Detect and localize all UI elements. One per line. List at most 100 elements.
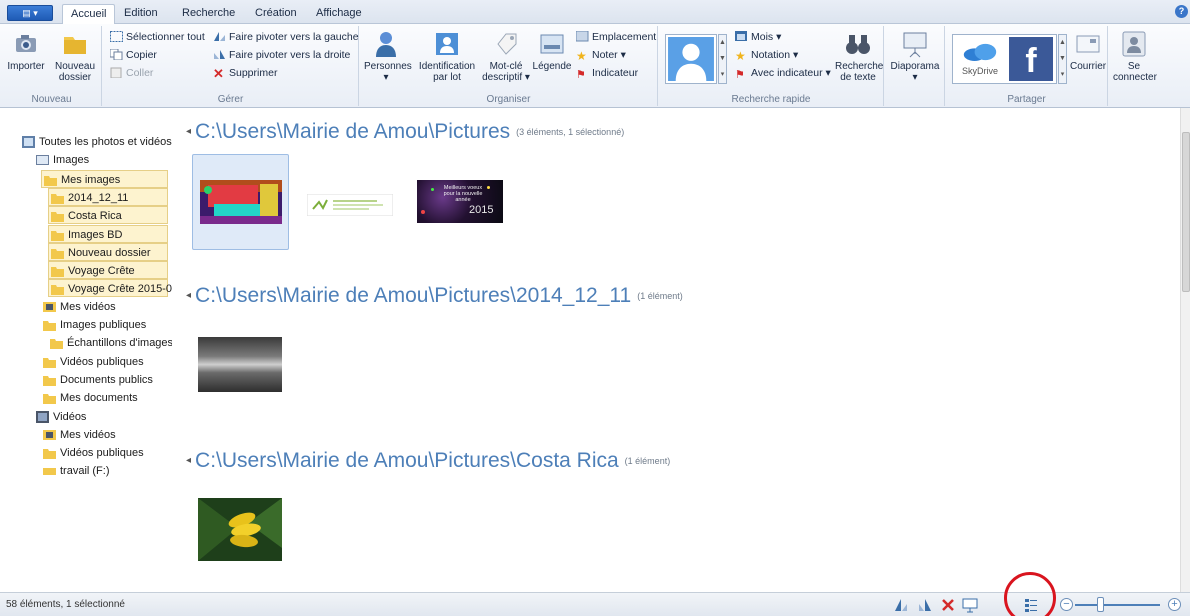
rotate-left-icon[interactable] [893,597,909,613]
video-folder-icon [43,301,56,312]
collapse-arrow-icon[interactable]: ◂ [186,455,191,466]
location-label: Emplacement [592,31,657,43]
select-all-icon [110,31,123,42]
group-sign-in: Se connecter [1109,26,1157,106]
rotate-right-button[interactable]: Faire pivoter vers la droite [213,47,350,63]
gallery-scroll-arrows[interactable]: ▲ ▼ ▾ [718,34,727,84]
copy-button[interactable]: Copier [110,47,157,63]
section-header-pictures[interactable]: ◂ C:\Users\Mairie de Amou\Pictures (3 élém… [186,120,624,144]
zoom-in-button[interactable]: + [1168,598,1181,611]
nav-item[interactable]: Vidéos [34,408,86,426]
collapse-arrow-icon[interactable]: ◂ [186,290,191,301]
flag-filter-button[interactable]: ⚑ Avec indicateur ▾ [735,65,831,81]
nav-item-label: Voyage Crête 2015-01 [68,283,172,296]
thumbnail-sky-image[interactable] [198,337,282,392]
skydrive-share-button[interactable]: SkyDrive [955,37,1005,81]
zoom-slider-thumb[interactable] [1097,597,1104,612]
rotate-right-icon[interactable] [917,597,933,613]
nav-item[interactable]: Mes documents [41,389,138,407]
tab-edition[interactable]: Edition [116,4,166,24]
text-search-label: Recherche de texte [835,61,884,83]
vertical-scrollbar[interactable] [1180,108,1190,592]
thumbnail-banana-image[interactable] [198,498,282,561]
star-filter-icon: ★ [735,49,746,63]
thumbnail-greeting-card[interactable]: Meilleurs voeux pour la nouvelle année 2… [417,180,503,223]
section-count: (1 élément) [637,291,683,301]
nav-item[interactable]: Vidéos publiques [41,444,144,462]
nav-item[interactable]: Images [34,151,89,169]
slideshow-button[interactable]: Diaporama ▾ [889,30,941,83]
sign-in-button[interactable]: Se connecter [1113,30,1157,83]
delete-button[interactable]: ✕ Supprimer [213,65,277,81]
videos-icon [36,410,49,423]
slideshow-icon[interactable] [962,597,978,613]
nav-item[interactable]: Images publiques [41,316,146,334]
nav-item[interactable]: 2014_12_11 [48,187,168,206]
rotate-left-button[interactable]: Faire pivoter vers la gauche [213,29,359,45]
batch-tag-button[interactable]: Identification par lot [414,30,480,83]
paste-button[interactable]: Coller [110,65,153,81]
nav-item[interactable]: travail (F:) [41,462,110,480]
scrollbar-thumb[interactable] [1182,132,1190,292]
tab-accueil[interactable]: Accueil [62,4,116,25]
keyword-button[interactable]: Mot-clé descriptif ▾ [482,30,530,83]
group-gerer: Sélectionner tout Copier Coller Faire pi… [103,26,359,106]
delete-icon[interactable] [940,597,956,613]
email-label: Courrier [1070,61,1107,72]
facebook-icon[interactable]: f [1009,37,1053,81]
tab-affichage[interactable]: Affichage [308,4,370,24]
nav-item[interactable]: Mes images [41,169,168,188]
nav-item-label: 2014_12_11 [68,191,129,204]
section-count: (3 éléments, 1 sélectionné) [516,127,625,137]
nav-item[interactable]: Toutes les photos et vidéos [20,133,172,151]
delete-label: Supprimer [229,67,278,79]
tab-creation[interactable]: Création [247,4,305,24]
import-button[interactable]: Importer [6,30,46,72]
rate-button[interactable]: ★ Noter ▾ [576,47,626,63]
email-button[interactable]: Courrier [1070,30,1106,72]
ribbon: Importer Nouveau dossier Nouveau Sélecti… [0,24,1190,108]
tab-recherche[interactable]: Recherche [174,4,243,24]
location-button[interactable]: Emplacement [576,29,656,45]
nav-item[interactable]: Nouveau dossier [48,242,168,261]
rating-filter-button[interactable]: ★ Notation ▾ [735,47,798,63]
nav-item[interactable]: Costa Rica [48,206,168,225]
nav-item[interactable]: Mes vidéos [41,298,116,316]
thumbnail-letter-image[interactable] [307,194,393,216]
folder-icon [51,193,64,204]
nav-item[interactable]: Voyage Crête 2015-01 [48,279,172,298]
nav-item[interactable]: Documents publics [41,371,153,389]
select-all-button[interactable]: Sélectionner tout [110,29,205,45]
text-search-button[interactable]: Recherche de texte [835,30,884,83]
share-scroll-arrows[interactable]: ▲ ▼ ▾ [1058,34,1067,84]
thumbnail-selected[interactable] [192,154,289,250]
nav-item-label: Vidéos publiques [60,447,144,460]
nav-item[interactable]: Mes vidéos [41,426,116,444]
photos-icon [22,136,35,148]
copy-icon [110,49,123,60]
images-icon [36,155,49,166]
nav-item[interactable]: Images BD [48,224,168,243]
help-icon[interactable]: ? [1175,5,1188,18]
zoom-slider-track[interactable] [1075,604,1160,606]
people-filter-gallery[interactable] [665,34,717,84]
section-header-2014-12-11[interactable]: ◂ C:\Users\Mairie de Amou\Pictures\2014_1… [186,284,683,308]
nav-item-label: Toutes les photos et vidéos [39,136,172,148]
new-folder-button[interactable]: Nouveau dossier [50,30,100,83]
zoom-out-button[interactable]: − [1060,598,1073,611]
flag-button[interactable]: ⚑ Indicateur [576,65,638,81]
nav-item[interactable]: Échantillons d'images [48,334,172,352]
nav-item[interactable]: Voyage Crête [48,261,168,280]
app-menu-button[interactable]: ▤ ▾ [7,5,53,21]
people-button[interactable]: Personnes ▾ [364,30,412,83]
section-path: C:\Users\Mairie de Amou\Pictures\2014_12… [195,284,632,307]
section-header-costa-rica[interactable]: ◂ C:\Users\Mairie de Amou\Pictures\Costa … [186,449,670,473]
caption-button[interactable]: Légende [532,30,572,72]
collapse-arrow-icon[interactable]: ◂ [186,126,191,137]
month-filter-button[interactable]: Mois ▾ [735,29,781,45]
sign-in-label: Se connecter [1113,61,1157,83]
new-folder-label: Nouveau dossier [54,61,96,83]
share-gallery[interactable]: SkyDrive f [952,34,1057,84]
location-icon [576,31,589,42]
nav-item[interactable]: Vidéos publiques [41,353,144,371]
